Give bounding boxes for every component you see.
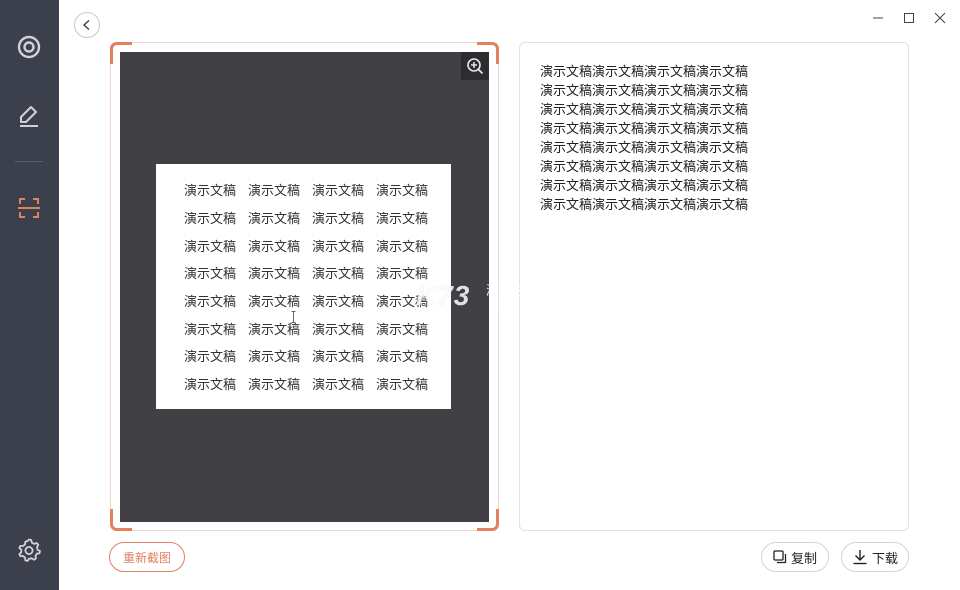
doc-cell: 演示文稿 <box>376 350 429 366</box>
download-button-label: 下载 <box>871 551 898 567</box>
sidebar-item-camera[interactable] <box>14 32 44 62</box>
doc-row: 演示文稿 演示文稿 演示文稿 演示文稿 <box>184 370 444 398</box>
gear-icon <box>18 538 41 562</box>
doc-row: 演示文稿 演示文稿 演示文稿 演示文稿 <box>184 314 444 342</box>
zoom-in-button[interactable] <box>461 52 489 80</box>
result-line: 演示文稿演示文稿演示文稿演示文稿 <box>540 160 749 175</box>
sidebar-item-settings[interactable] <box>14 535 44 565</box>
sidebar-divider <box>15 161 43 162</box>
doc-cell: 演示文稿 <box>184 295 237 311</box>
sidebar-item-edit[interactable] <box>14 101 44 131</box>
doc-cell: 演示文稿 <box>312 212 365 228</box>
result-line: 演示文稿演示文稿演示文稿演示文稿 <box>540 122 749 137</box>
doc-cell: 演示文稿 <box>312 184 365 200</box>
doc-row: 演示文稿 演示文稿 演示文稿 演示文稿 <box>184 259 444 287</box>
watermark-logo: K73 <box>416 280 471 311</box>
pen-icon <box>20 106 38 127</box>
doc-cell: 演示文稿 <box>248 350 301 366</box>
copy-button-label: 复制 <box>790 551 817 567</box>
captured-document: 演示文稿 演示文稿 演示文稿 演示文稿 演示文稿 演示文稿 演示文稿 演示文稿 … <box>156 164 451 409</box>
result-line: 演示文稿演示文稿演示文稿演示文稿 <box>540 84 749 99</box>
doc-cell: 演示文稿 <box>376 322 429 338</box>
target-icon <box>17 35 41 59</box>
doc-cell: 演示文稿 <box>184 267 237 283</box>
watermark-url: .com <box>490 296 517 309</box>
doc-cell: 演示文稿 <box>184 239 237 255</box>
doc-row: 演示文稿 演示文稿 演示文稿 演示文稿 <box>184 231 444 259</box>
doc-cell: 演示文稿 <box>248 212 301 228</box>
doc-cell: 演示文稿 <box>376 239 429 255</box>
copy-button[interactable]: 复制 <box>761 542 829 572</box>
close-button[interactable] <box>930 8 950 28</box>
watermark: K73 游戏之家 .com <box>416 280 556 316</box>
doc-cell: 演示文稿 <box>312 322 365 338</box>
close-icon <box>934 12 946 24</box>
retake-screenshot-button[interactable]: 重新截图 <box>109 542 185 572</box>
doc-cell: 演示文稿 <box>248 378 301 394</box>
doc-row: 演示文稿 演示文稿 演示文稿 演示文稿 <box>184 287 444 315</box>
doc-cell: 演示文稿 <box>248 184 301 200</box>
text-cursor-icon <box>291 311 296 323</box>
doc-cell: 演示文稿 <box>376 378 429 394</box>
chevron-left-icon <box>82 19 90 31</box>
doc-cell: 演示文稿 <box>248 295 301 311</box>
ocr-result-text[interactable]: 演示文稿演示文稿演示文稿演示文稿 演示文稿演示文稿演示文稿演示文稿 演示文稿演示… <box>540 63 890 215</box>
back-button[interactable] <box>74 12 100 38</box>
doc-cell: 演示文稿 <box>376 212 429 228</box>
result-line: 演示文稿演示文稿演示文稿演示文稿 <box>540 103 749 118</box>
doc-cell: 演示文稿 <box>248 239 301 255</box>
sidebar <box>0 0 59 590</box>
sidebar-item-ocr[interactable] <box>14 193 44 223</box>
maximize-button[interactable] <box>899 8 919 28</box>
doc-cell: 演示文稿 <box>184 322 237 338</box>
download-icon <box>853 550 867 565</box>
doc-cell: 演示文稿 <box>312 295 365 311</box>
doc-cell: 演示文稿 <box>312 267 365 283</box>
copy-icon <box>773 550 787 564</box>
doc-cell: 演示文稿 <box>184 184 237 200</box>
doc-cell: 演示文稿 <box>184 350 237 366</box>
scan-icon <box>18 198 40 218</box>
result-line: 演示文稿演示文稿演示文稿演示文稿 <box>540 198 749 213</box>
doc-cell: 演示文稿 <box>376 184 429 200</box>
result-line: 演示文稿演示文稿演示文稿演示文稿 <box>540 141 749 156</box>
doc-cell: 演示文稿 <box>184 212 237 228</box>
maximize-icon <box>904 13 914 23</box>
result-line: 演示文稿演示文稿演示文稿演示文稿 <box>540 179 749 194</box>
doc-cell: 演示文稿 <box>312 378 365 394</box>
doc-cell: 演示文稿 <box>184 378 237 394</box>
minimize-button[interactable] <box>868 8 888 28</box>
doc-cell: 演示文稿 <box>312 350 365 366</box>
document-text-grid: 演示文稿 演示文稿 演示文稿 演示文稿 演示文稿 演示文稿 演示文稿 演示文稿 … <box>184 176 444 398</box>
minimize-icon <box>873 17 883 19</box>
doc-row: 演示文稿 演示文稿 演示文稿 演示文稿 <box>184 204 444 232</box>
doc-row: 演示文稿 演示文稿 演示文稿 演示文稿 <box>184 342 444 370</box>
ocr-result-panel[interactable]: 演示文稿演示文稿演示文稿演示文稿 演示文稿演示文稿演示文稿演示文稿 演示文稿演示… <box>519 42 909 531</box>
result-line: 演示文稿演示文稿演示文稿演示文稿 <box>540 65 749 80</box>
doc-cell: 演示文稿 <box>248 322 301 338</box>
zoom-in-icon <box>467 58 484 75</box>
download-button[interactable]: 下载 <box>841 542 909 572</box>
doc-cell: 演示文稿 <box>248 267 301 283</box>
doc-row: 演示文稿 演示文稿 演示文稿 演示文稿 <box>184 176 444 204</box>
doc-cell: 演示文稿 <box>312 239 365 255</box>
